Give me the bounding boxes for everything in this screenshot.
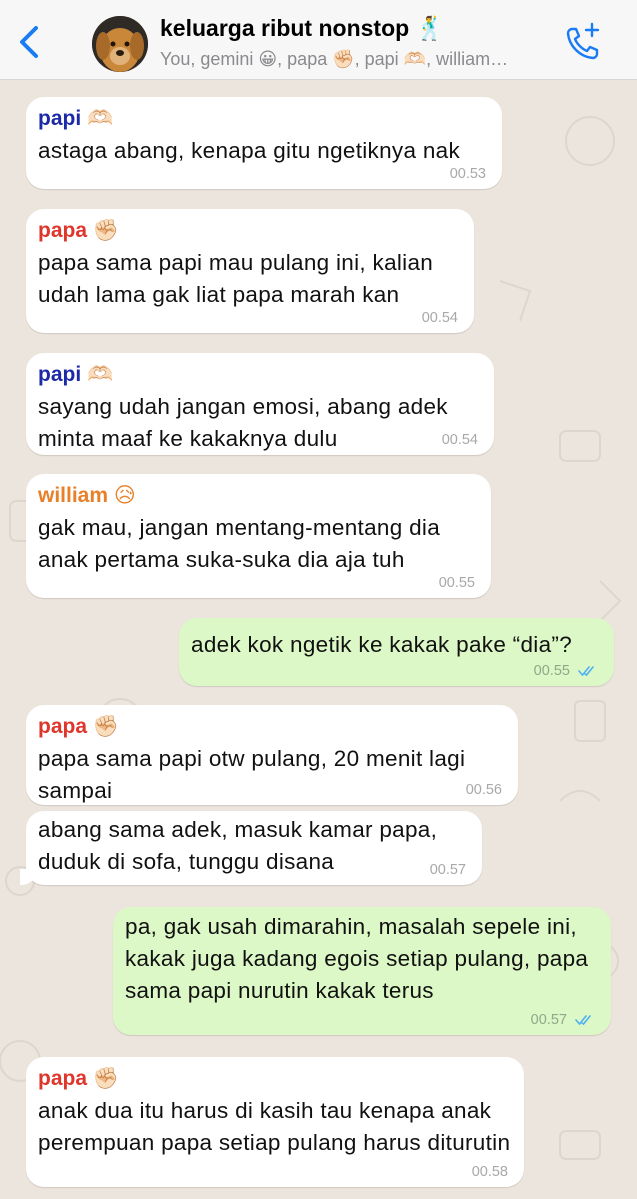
add-call-icon <box>566 22 600 60</box>
message-sender: william 😥 <box>38 484 136 507</box>
message-time: 00.54 <box>421 310 458 326</box>
message-time: 00.54 <box>441 432 478 448</box>
group-avatar[interactable] <box>92 16 148 72</box>
chevron-left-icon <box>20 26 38 58</box>
message-sender: papi 🫶🏻 <box>38 107 114 130</box>
message-text: gak mau, jangan mentang-mentang dia anak… <box>38 515 441 572</box>
message-sender: papa ✊🏻 <box>38 1067 119 1090</box>
add-call-button[interactable] <box>562 20 606 64</box>
message-bubble[interactable]: papa ✊🏻 anak dua itu harus di kasih tau … <box>26 1057 524 1187</box>
chat-area[interactable]: papi 🫶🏻 astaga abang, kenapa gitu ngetik… <box>0 81 637 1199</box>
message-text: astaga abang, kenapa gitu ngetiknya nak <box>38 138 461 163</box>
back-button[interactable] <box>16 24 42 60</box>
message-time: 00.57 <box>530 1012 567 1028</box>
message-status: 00.55 <box>534 663 598 679</box>
message-time: 00.57 <box>429 862 466 878</box>
message-time: 00.55 <box>533 663 570 679</box>
message-text: sayang udah jangan emosi, abang adek min… <box>38 394 448 451</box>
dog-avatar-image <box>92 16 148 72</box>
message-text: adek kok ngetik ke kakak pake “dia”? <box>191 632 573 657</box>
message-text: papa sama papi otw pulang, 20 menit lagi… <box>38 746 466 803</box>
message-time: 00.58 <box>471 1164 508 1180</box>
message-bubble[interactable]: papa ✊🏻 papa sama papi mau pulang ini, k… <box>26 209 474 333</box>
message-bubble[interactable]: william 😥 gak mau, jangan mentang-mentan… <box>26 474 491 598</box>
message-sender: papa ✊🏻 <box>38 219 119 242</box>
double-check-icon <box>575 1015 591 1026</box>
message-bubble-outgoing[interactable]: adek kok ngetik ke kakak pake “dia”? 00.… <box>179 618 614 686</box>
message-time: 00.56 <box>465 782 502 798</box>
group-title[interactable]: keluarga ribut nonstop 🕺 <box>160 15 560 42</box>
message-sender: papi 🫶🏻 <box>38 363 114 386</box>
message-sender: papa ✊🏻 <box>38 715 119 738</box>
message-bubble[interactable]: papi 🫶🏻 astaga abang, kenapa gitu ngetik… <box>26 97 502 189</box>
message-status: 00.57 <box>531 1012 595 1028</box>
chat-header: keluarga ribut nonstop 🕺 You, gemini 😀, … <box>0 0 637 80</box>
message-bubble-outgoing[interactable]: pa, gak usah dimarahin, masalah sepele i… <box>113 907 611 1035</box>
message-text: anak dua itu harus di kasih tau kenapa a… <box>38 1098 511 1155</box>
message-time: 00.53 <box>449 166 486 182</box>
message-bubble[interactable]: papa ✊🏻 papa sama papi otw pulang, 20 me… <box>26 705 518 805</box>
message-text: papa sama papi mau pulang ini, kalian ud… <box>38 250 434 307</box>
group-members[interactable]: You, gemini 😀, papa ✊🏻, papi 🫶🏻, william… <box>160 49 555 70</box>
message-bubble[interactable]: abang sama adek, masuk kamar papa, duduk… <box>20 811 482 885</box>
message-bubble[interactable]: papi 🫶🏻 sayang udah jangan emosi, abang … <box>26 353 494 455</box>
message-text: pa, gak usah dimarahin, masalah sepele i… <box>125 914 589 1003</box>
double-check-icon <box>578 666 594 677</box>
message-text: abang sama adek, masuk kamar papa, duduk… <box>38 817 438 874</box>
message-time: 00.55 <box>438 575 475 591</box>
